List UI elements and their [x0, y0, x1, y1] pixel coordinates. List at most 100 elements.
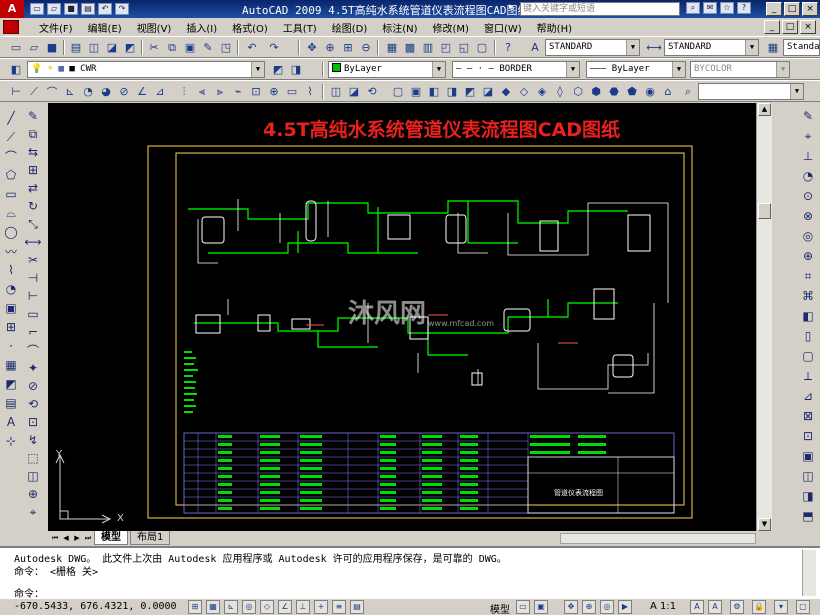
help-icon[interactable]: ? [737, 2, 751, 14]
object-snap-tool-21-icon[interactable]: ⬒ [799, 507, 817, 525]
spline-icon[interactable]: 〰 [2, 242, 20, 260]
object-snap-icon[interactable]: ◇ [260, 600, 274, 614]
insert-icon[interactable]: ⊕ [24, 485, 42, 503]
object-snap-tool-5-icon[interactable]: ⊙ [799, 187, 817, 205]
view-select[interactable]: ▼ [698, 83, 804, 100]
object-snap-tool-8-icon[interactable]: ⊕ [799, 247, 817, 265]
explode-icon[interactable]: ✦ [24, 359, 42, 377]
copy-icon[interactable]: ⧉ [24, 125, 42, 143]
copy-icon[interactable]: ⧉ [164, 40, 180, 55]
view-ne-iso-icon[interactable]: ◈ [534, 84, 550, 99]
open-folder-icon[interactable]: ▱ [47, 3, 61, 15]
horizontal-scrollbar[interactable] [560, 533, 756, 544]
scale-icon[interactable]: ⟷ [24, 233, 42, 251]
shade-realistic-icon[interactable]: ⬣ [606, 84, 622, 99]
annotation-scale-label[interactable]: A 1:1 [650, 601, 676, 612]
object-snap-tool-3-icon[interactable]: ⊥ [799, 147, 817, 165]
mtext-icon[interactable]: A [2, 413, 20, 431]
continue-dim-icon[interactable]: ⫷ [194, 84, 210, 99]
print-icon[interactable]: ▤ [81, 3, 95, 15]
object-snap-tool-6-icon[interactable]: ⊗ [799, 207, 817, 225]
object-snap-tool-16-icon[interactable]: ⊠ [799, 407, 817, 425]
arc-icon[interactable]: ⌒ [2, 147, 20, 165]
object-snap-tool-11-icon[interactable]: ◧ [799, 307, 817, 325]
dim-edit-icon[interactable]: ◫ [328, 84, 344, 99]
polygon-icon[interactable]: ⬠ [2, 166, 20, 184]
hatchedit-icon[interactable]: ◫ [24, 467, 42, 485]
menu-tools[interactable]: 工具(T) [283, 20, 317, 35]
ordinate-dim-icon[interactable]: ⊾ [62, 84, 78, 99]
break-icon[interactable]: ⊢ [24, 287, 42, 305]
menu-window[interactable]: 窗口(W) [484, 20, 522, 35]
shade-hidden-icon[interactable]: ⬢ [588, 84, 604, 99]
dim-break-icon[interactable]: ⌁ [230, 84, 246, 99]
plot-icon[interactable]: ▤ [68, 40, 84, 55]
view-left-icon[interactable]: ◧ [426, 84, 442, 99]
redo-icon[interactable]: ↷ [115, 3, 129, 15]
maximize-button[interactable]: □ [784, 2, 800, 16]
dim-update-icon[interactable]: ⟲ [364, 84, 380, 99]
measure-icon[interactable]: ⌖ [24, 503, 42, 521]
add-selected-icon[interactable]: ⊹ [2, 432, 20, 450]
hatch-icon[interactable]: ▦ [2, 356, 20, 374]
menu-modify[interactable]: 修改(M) [433, 20, 469, 35]
pan-status-icon[interactable]: ✥ [564, 600, 578, 614]
new-file-icon[interactable]: ▭ [30, 3, 44, 15]
circle-icon[interactable]: ◯ [2, 223, 20, 241]
stretch-icon[interactable]: ⊘ [24, 377, 42, 395]
center-mark-icon[interactable]: ⊕ [266, 84, 282, 99]
undo-icon[interactable]: ↶ [98, 3, 112, 15]
ellipse-icon[interactable]: ◔ [2, 280, 20, 298]
rectangle-icon[interactable]: ▭ [2, 185, 20, 203]
doc-close-button[interactable]: × [800, 20, 816, 34]
drawing-area[interactable]: 管道仪表流程图 4.5T高纯水系统管道仪表流程图CAD图纸 沐风网 www.mf… [48, 103, 756, 531]
search-icon[interactable]: ⌕ [686, 2, 700, 14]
color-select[interactable]: ByLayer ▼ [328, 61, 446, 78]
workspace-switch-icon[interactable]: ⚙ [730, 600, 744, 614]
revcloud-icon[interactable]: ⌇ [2, 261, 20, 279]
region-icon[interactable]: ▤ [2, 394, 20, 412]
align-icon[interactable]: ⊡ [24, 413, 42, 431]
menu-view[interactable]: 视图(V) [137, 20, 172, 35]
view-se-iso-icon[interactable]: ◇ [516, 84, 532, 99]
object-snap-tool-9-icon[interactable]: ⌗ [799, 267, 817, 285]
jogged-linear-icon[interactable]: ⌇ [302, 84, 318, 99]
doc-minimize-button[interactable]: _ [764, 20, 780, 34]
menu-help[interactable]: 帮助(H) [537, 20, 572, 35]
lengthen-icon[interactable]: ⟲ [24, 395, 42, 413]
grid-display-icon[interactable]: ▦ [206, 600, 220, 614]
angular-dim-icon[interactable]: ∠ [134, 84, 150, 99]
zoom-previous-icon[interactable]: ⊖ [358, 40, 374, 55]
make-block-icon[interactable]: ⊞ [2, 318, 20, 336]
menu-edit[interactable]: 编辑(E) [88, 20, 122, 35]
match-properties-icon[interactable]: ✎ [200, 40, 216, 55]
gradient-icon[interactable]: ◩ [2, 375, 20, 393]
object-snap-tool-18-icon[interactable]: ▣ [799, 447, 817, 465]
scroll-thumb[interactable] [758, 203, 771, 219]
table-style-select[interactable]: Standar [783, 39, 820, 56]
snap-mode-icon[interactable]: ⊞ [188, 600, 202, 614]
next-tab-icon[interactable]: ▶ [72, 532, 82, 544]
zoom-window-icon[interactable]: ⊞ [340, 40, 356, 55]
search-input[interactable]: 键入关键字或短语 [520, 2, 680, 16]
command-scrollbar[interactable] [802, 550, 816, 596]
first-tab-icon[interactable]: ⏮ [50, 532, 60, 544]
markup-icon[interactable]: ◱ [456, 40, 472, 55]
linetype-select[interactable]: — — · — BORDER ▼ [452, 61, 580, 78]
menu-format[interactable]: 格式(O) [232, 20, 268, 35]
radius-dim-icon[interactable]: ◔ [80, 84, 96, 99]
trim-icon[interactable]: ✂ [24, 251, 42, 269]
save-icon[interactable]: ■ [44, 40, 60, 55]
lineweight-select[interactable]: ——— ByLayer ▼ [586, 61, 686, 78]
showmotion-icon[interactable]: ▶ [618, 600, 632, 614]
array-icon[interactable]: ⇄ [24, 179, 42, 197]
object-snap-tool-20-icon[interactable]: ◨ [799, 487, 817, 505]
ortho-mode-icon[interactable]: ⊾ [224, 600, 238, 614]
object-snap-tool-4-icon[interactable]: ◔ [799, 167, 817, 185]
jogged-dim-icon[interactable]: ◕ [98, 84, 114, 99]
quick-properties-icon[interactable]: ▤ [350, 600, 364, 614]
quick-view-layouts-icon[interactable]: ▭ [516, 600, 530, 614]
tolerance-icon[interactable]: ⊡ [248, 84, 264, 99]
view-nw-iso-icon[interactable]: ◊ [552, 84, 568, 99]
object-snap-tool-1-icon[interactable]: ✎ [799, 107, 817, 125]
